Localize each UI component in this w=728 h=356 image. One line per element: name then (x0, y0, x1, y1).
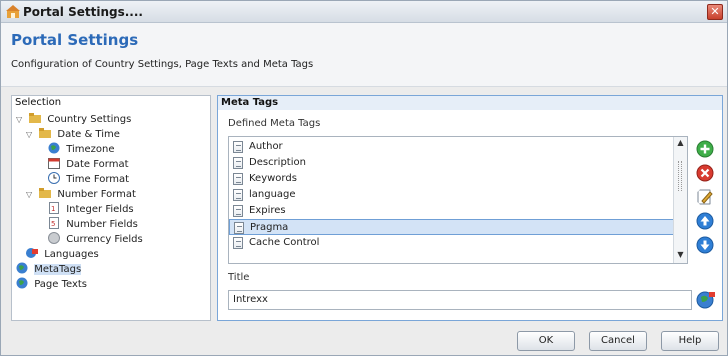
document-icon (233, 173, 243, 185)
list-item[interactable]: Expires (229, 203, 675, 219)
tree-item-languages[interactable]: Languages (26, 247, 99, 262)
meta-tags-list[interactable]: Author Description Keywords language Exp… (228, 136, 688, 264)
scroll-down-icon[interactable]: ▼ (674, 249, 687, 261)
close-icon: ✕ (710, 5, 720, 18)
page-subtitle: Configuration of Country Settings, Page … (11, 59, 314, 70)
collapse-icon[interactable]: ▽ (26, 127, 34, 142)
globe-icon (48, 142, 60, 154)
edit-icon[interactable] (696, 188, 714, 206)
folder-icon (29, 113, 42, 123)
calendar-icon (48, 158, 60, 169)
tree-item-time-format[interactable]: Time Format (48, 172, 129, 187)
list-item[interactable]: Keywords (229, 171, 675, 187)
tree-item-metatags[interactable]: MetaTags (16, 262, 82, 277)
dialog-footer: OK Cancel Help (1, 325, 727, 355)
tree-item-page-texts[interactable]: Page Texts (16, 277, 87, 292)
list-item[interactable]: Author (229, 139, 675, 155)
svg-text:5: 5 (51, 220, 55, 228)
app-icon (6, 5, 20, 18)
move-down-icon[interactable] (696, 236, 714, 254)
document-icon (233, 205, 243, 217)
ok-button[interactable]: OK (517, 331, 575, 351)
document-icon (233, 141, 243, 153)
selection-panel: Selection ▽ Country Settings ▽ Date & Ti… (11, 95, 211, 321)
delete-icon[interactable] (696, 164, 714, 182)
tree-item-date-format[interactable]: Date Format (48, 157, 129, 172)
list-item[interactable]: Description (229, 155, 675, 171)
move-up-icon[interactable] (696, 212, 714, 230)
document-icon (233, 189, 243, 201)
list-item-selected[interactable]: Pragma (229, 219, 675, 235)
language-icon (26, 248, 38, 258)
meta-tags-panel: Meta Tags Defined Meta Tags Author Descr… (217, 95, 723, 321)
folder-icon (39, 128, 52, 138)
tree-item-number-format[interactable]: ▽ Number Format (26, 187, 136, 202)
tree-item-currency-fields[interactable]: Currency Fields (48, 232, 143, 247)
title-input[interactable]: Intrexx (228, 290, 692, 310)
portal-settings-window: Portal Settings.... ✕ Portal Settings Co… (0, 0, 728, 356)
clock-icon (48, 172, 60, 184)
help-button[interactable]: Help (661, 331, 719, 351)
title-label: Title (228, 272, 250, 283)
scroll-up-icon[interactable]: ▲ (674, 137, 687, 149)
tree-item-timezone[interactable]: Timezone (48, 142, 115, 157)
title-bar[interactable]: Portal Settings.... ✕ (1, 1, 727, 23)
globe-translate-icon[interactable] (696, 290, 716, 310)
meta-tags-heading: Meta Tags (218, 96, 722, 110)
list-item[interactable]: Cache Control (229, 235, 675, 251)
tree-item-date-time[interactable]: ▽ Date & Time (26, 127, 120, 142)
globe-icon (16, 262, 28, 274)
number-icon: 1 (49, 202, 59, 214)
svg-text:1: 1 (51, 205, 55, 213)
header: Portal Settings Configuration of Country… (1, 23, 727, 87)
folder-icon (39, 188, 52, 198)
add-icon[interactable] (696, 140, 714, 158)
cancel-button[interactable]: Cancel (589, 331, 647, 351)
tree-item-number-fields[interactable]: 5 Number Fields (48, 217, 138, 232)
selection-heading: Selection (15, 97, 62, 108)
tree-item-country-settings[interactable]: ▽ Country Settings (16, 112, 131, 127)
defined-meta-tags-label: Defined Meta Tags (228, 118, 321, 129)
number-icon: 5 (49, 217, 59, 229)
coin-icon (48, 232, 60, 244)
collapse-icon[interactable]: ▽ (16, 112, 24, 127)
list-item[interactable]: language (229, 187, 675, 203)
close-button[interactable]: ✕ (707, 4, 723, 20)
document-icon (234, 222, 244, 234)
page-title: Portal Settings (11, 31, 139, 49)
collapse-icon[interactable]: ▽ (26, 187, 34, 202)
globe-icon (16, 277, 28, 289)
window-title: Portal Settings.... (23, 5, 143, 19)
document-icon (233, 237, 243, 249)
scroll-thumb[interactable] (678, 161, 682, 191)
list-scrollbar[interactable]: ▲ ▼ (673, 137, 687, 263)
document-icon (233, 157, 243, 169)
tree-item-integer-fields[interactable]: 1 Integer Fields (48, 202, 134, 217)
